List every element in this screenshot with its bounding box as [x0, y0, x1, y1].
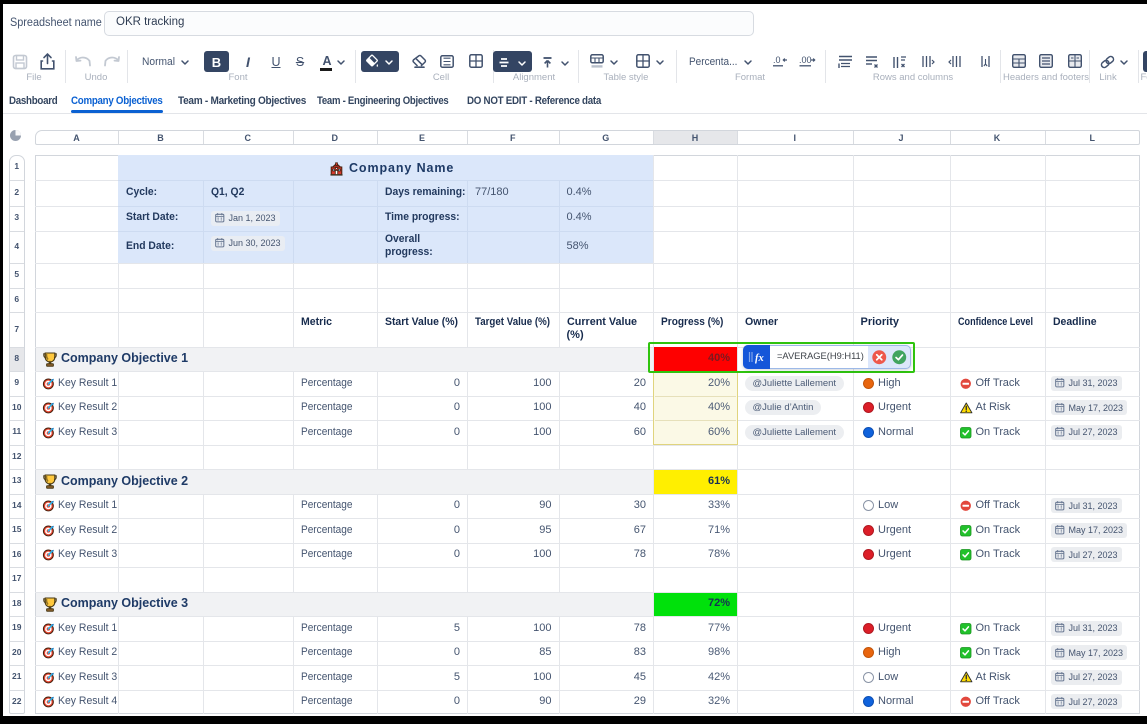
svg-text:.00: .00 [799, 55, 812, 65]
svg-text:.0: .0 [773, 55, 781, 65]
svg-text:fx: fx [755, 353, 764, 364]
